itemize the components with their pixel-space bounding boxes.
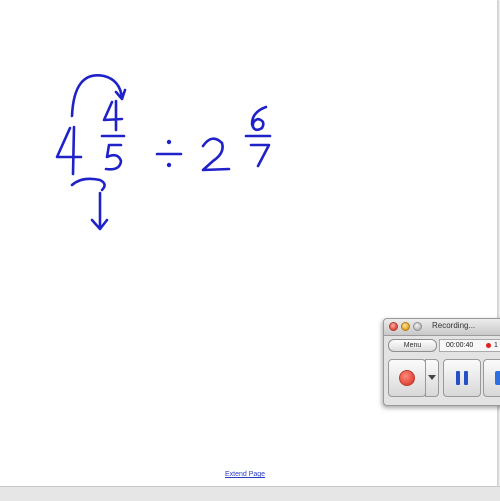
minimize-light-icon[interactable] xyxy=(401,322,410,331)
pause-bar-right xyxy=(464,371,468,385)
stop-button[interactable] xyxy=(483,359,500,397)
record-button[interactable] xyxy=(388,359,426,397)
pause-bar-left xyxy=(456,371,460,385)
pause-button[interactable] xyxy=(443,359,481,397)
recording-indicator-icon xyxy=(486,343,491,348)
stop-icon xyxy=(495,371,500,385)
recorder-title: Recording... xyxy=(432,321,476,330)
elapsed-time: 00:00:40 xyxy=(446,342,474,349)
record-options-dropdown[interactable] xyxy=(425,359,439,397)
zoom-light-icon[interactable] xyxy=(413,322,422,331)
recorder-titlebar[interactable]: Recording... xyxy=(384,319,500,336)
record-icon xyxy=(399,370,415,386)
bottom-strip xyxy=(0,486,500,501)
close-light-icon[interactable] xyxy=(389,322,398,331)
menu-button[interactable]: Menu xyxy=(388,339,437,352)
extend-page-link[interactable]: Extend Page xyxy=(0,471,490,478)
track-count: 1 xyxy=(494,342,498,349)
status-display: 00:00:40 1 xyxy=(439,339,500,352)
recording-window[interactable]: Recording... Menu 00:00:40 1 xyxy=(383,318,500,406)
chevron-down-icon xyxy=(428,375,436,380)
whiteboard-canvas[interactable] xyxy=(0,0,498,486)
